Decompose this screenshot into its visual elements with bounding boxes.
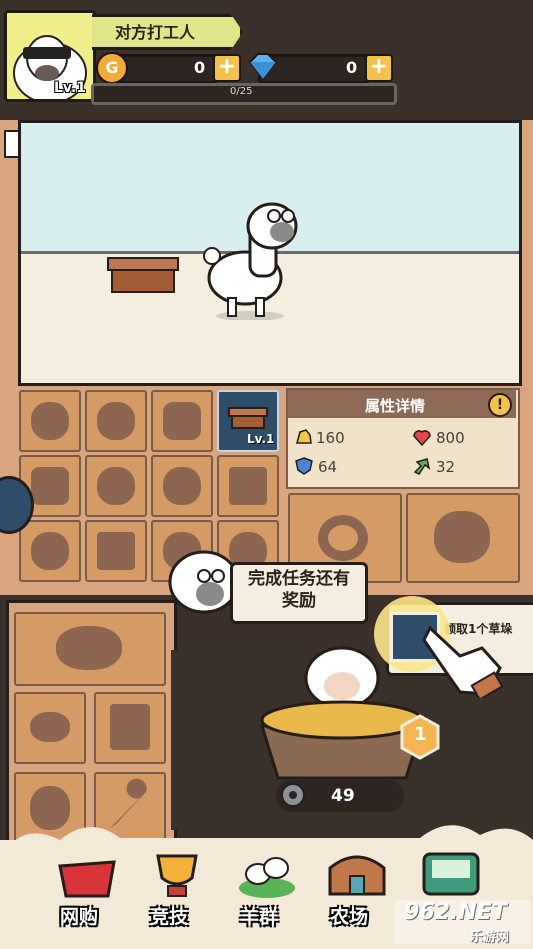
watermark-sub: 乐游网 [470, 930, 510, 945]
gem-value: 0 [346, 58, 358, 77]
equipment-slot-hands[interactable] [151, 455, 213, 517]
gold-coin-icon: G [96, 52, 128, 84]
sheep-flock-icon [239, 857, 295, 898]
sheep-character[interactable] [200, 186, 310, 320]
barn-icon [328, 855, 386, 896]
add-gold-button[interactable]: + [213, 54, 241, 82]
add-gems-button[interactable]: + [365, 54, 393, 82]
attribute-title: 属性详情 [365, 397, 426, 415]
trophy-icon [156, 854, 198, 897]
gold-value: 0 [194, 58, 206, 77]
nav-flock-label: 羊群 [240, 906, 279, 928]
equipment-slot-chest[interactable]: Lv.1 [217, 390, 279, 452]
shopping-basket-icon [58, 860, 116, 898]
nav-arena-label: 竞技 [150, 906, 189, 928]
speed-value: 32 [436, 458, 456, 476]
gear-value: 49 [331, 786, 355, 806]
nav-farm[interactable]: 农场 [322, 850, 392, 940]
tip-text: 完成任务还有奖励 [248, 569, 350, 611]
gear-icon [281, 783, 305, 807]
nav-arena[interactable]: 竞技 [142, 850, 212, 940]
health-value: 800 [436, 429, 465, 447]
equipment-slot-pants[interactable] [217, 455, 279, 517]
nav-shop[interactable]: 网购 [52, 850, 122, 940]
material-slot-boot[interactable] [94, 692, 166, 764]
game-console-icon [422, 852, 480, 896]
heart-icon [413, 430, 431, 446]
material-slot-cloud[interactable] [14, 612, 166, 686]
nav-flock[interactable]: 羊群 [232, 850, 302, 940]
equipment-slot-hat[interactable] [19, 390, 81, 452]
exp-text: 0/25 [230, 86, 253, 97]
speed-icon [413, 458, 431, 475]
player-name: 对方打工人 [115, 23, 196, 42]
equipment-slot-tool[interactable] [19, 520, 81, 582]
nav-farm-label: 农场 [330, 906, 369, 928]
defense-value: 64 [318, 458, 338, 476]
pointing-hand-icon [422, 625, 504, 698]
watermark-logo: 962.NET [404, 900, 507, 925]
level-badge-value: 1 [414, 724, 427, 745]
equipment-slot-wool[interactable] [406, 493, 520, 583]
strength-icon [296, 429, 312, 444]
shield-icon [295, 457, 313, 475]
nav-shop-label: 网购 [60, 906, 99, 928]
equipment-slot-back[interactable] [85, 520, 147, 582]
hay-cart[interactable] [252, 628, 432, 788]
treasure-chest-icon[interactable] [106, 256, 180, 294]
diamond-icon [248, 53, 278, 81]
nav-game[interactable] [416, 850, 486, 900]
equipment-slot-face[interactable] [85, 455, 147, 517]
attack-value: 160 [316, 429, 345, 447]
material-slot-leaf[interactable] [14, 692, 86, 764]
equipment-slot-head[interactable] [85, 390, 147, 452]
equipment-slot-body[interactable] [151, 390, 213, 452]
info-icon[interactable]: ! [488, 393, 512, 417]
chest-item-icon [228, 407, 268, 429]
player-level: Lv.1 [54, 80, 86, 96]
chest-item-level: Lv.1 [247, 432, 275, 446]
